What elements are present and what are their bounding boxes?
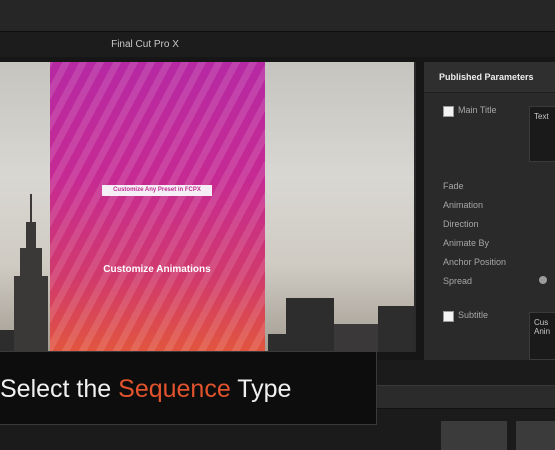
param-fade: Fade <box>443 181 464 191</box>
animation-label: Customize Animations <box>103 264 211 275</box>
building <box>14 276 48 352</box>
main-title-label: Main Title <box>458 105 497 115</box>
viewer-divider <box>414 62 416 352</box>
main-title-checkbox[interactable] <box>443 106 454 117</box>
building <box>286 298 334 352</box>
building <box>26 222 36 250</box>
inspector-panel: Published Parameters Main Title Text Fad… <box>424 62 555 360</box>
caption-text: Select the Sequence Type <box>0 375 291 404</box>
param-spread: Spread <box>443 276 473 286</box>
inspector-header: Published Parameters <box>424 62 555 93</box>
caption-prefix: Select the <box>0 375 119 403</box>
inspector-title: Published Parameters <box>439 72 534 82</box>
building <box>334 324 378 352</box>
param-direction: Direction <box>443 219 479 229</box>
tutorial-caption: Select the Sequence Type <box>0 351 377 425</box>
clip-thumbnail[interactable] <box>516 421 555 450</box>
viewer-title-bar: Final Cut Pro X <box>0 32 555 57</box>
preset-label: Customize Any Preset in FCPX <box>102 185 212 196</box>
building <box>378 306 414 352</box>
building <box>268 334 288 352</box>
param-anchor-position: Anchor Position <box>443 257 507 267</box>
main-title-field[interactable]: Text <box>529 106 555 162</box>
animation-overlay <box>50 62 265 352</box>
subtitle-field[interactable]: Cus Anin <box>529 312 555 360</box>
video-viewer[interactable]: Customize Any Preset in FCPX Customize A… <box>0 62 416 352</box>
app-title: Final Cut Pro X <box>111 39 179 50</box>
subtitle-label: Subtitle <box>458 310 489 320</box>
caption-highlight: Sequence <box>118 375 231 403</box>
spire <box>30 194 32 224</box>
spread-slider-knob[interactable] <box>539 276 547 284</box>
subtitle-line-1: Cus <box>534 318 549 327</box>
subtitle-checkbox[interactable] <box>443 311 454 322</box>
subtitle-line-2: Anin <box>534 327 551 336</box>
building <box>20 248 42 278</box>
top-toolbar <box>0 0 555 32</box>
param-animation: Animation <box>443 200 484 210</box>
clip-thumbnail[interactable] <box>441 421 507 450</box>
param-animate-by: Animate By <box>443 238 490 248</box>
caption-suffix: Type <box>230 375 292 403</box>
